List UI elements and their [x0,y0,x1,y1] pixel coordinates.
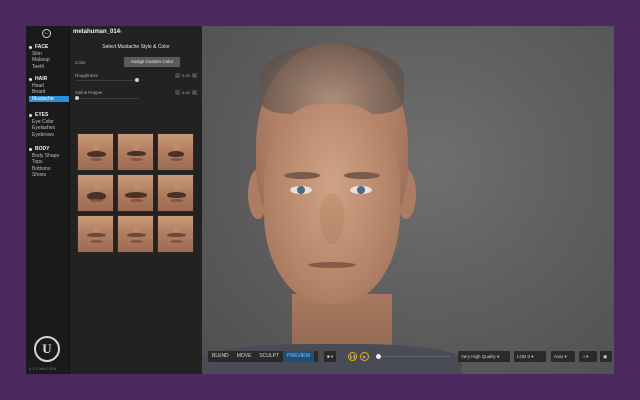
camera-layout-icon[interactable]: ■ ▾ [324,351,337,362]
mustache-thumbnail[interactable] [117,215,154,253]
pause-icon[interactable]: ❚❚ [348,352,357,361]
salt-pepper-knob[interactable] [75,96,79,100]
mustache-thumbnail[interactable] [77,215,114,253]
mode-blend-button[interactable]: BLEND [208,351,233,362]
lighting-icon[interactable]: ☼▾ [579,351,597,362]
nav-head-label: HAIR [35,76,48,82]
nav-head-label: FACE [35,44,49,50]
nav-section-eyes: EYES Eye Color Eyelashes Eyebrows [29,112,69,138]
quality-value: Very High Quality [461,354,496,359]
salt-pepper-increment-icon[interactable]: + [192,90,197,95]
salt-pepper-track[interactable] [75,98,139,99]
mustache-thumbnail[interactable] [157,174,194,212]
nav-item-teeth[interactable]: Teeth [29,64,69,70]
assign-custom-color-button[interactable]: Assign Custom Color [124,57,180,67]
left-nav: ← FACE Skin Makeup Teeth HAIR Head Beard… [26,26,70,374]
unreal-logo-icon: U [34,336,60,362]
left-eyebrow [284,172,320,179]
roughness-track[interactable] [75,80,139,81]
panel-title: Select Mustache Style & Color [102,44,170,50]
animation-timeline[interactable] [376,354,450,359]
bullet-icon [29,46,32,49]
mode-sculpt-button[interactable]: SCULPT [255,351,283,362]
color-label: Color [75,60,86,65]
edit-name-icon[interactable]: ✎ [118,29,122,35]
character-head-render [242,44,422,364]
version-label: 0.1.0 MHC.508 [29,366,56,371]
right-eye [350,186,372,194]
mustache-thumbnail[interactable] [157,133,194,171]
mode-preview-button[interactable]: PREVIEW [283,351,315,362]
left-eye [290,186,312,194]
roughness-knob[interactable] [135,78,139,82]
nav-head-hair[interactable]: HAIR [29,76,69,83]
play-icon[interactable]: ▶ [360,352,369,361]
roughness-decrement-icon[interactable]: - [175,73,180,78]
salt-pepper-slider-row: - 0.00 + [75,90,197,100]
nose [320,194,344,244]
nav-head-face[interactable]: FACE [29,44,69,51]
nav-section-hair: HAIR Head Beard Mustache [29,76,69,102]
bullet-icon [29,148,32,151]
mustache-thumbnail[interactable] [77,174,114,212]
metahuman-creator-window: ← FACE Skin Makeup Teeth HAIR Head Beard… [26,26,614,374]
nav-head-body[interactable]: BODY [29,146,69,153]
mode-move-button[interactable]: MOVE [233,351,256,362]
mustache-thumbnail[interactable] [157,215,194,253]
mouth [308,262,356,268]
nav-head-label: BODY [35,146,50,152]
bullet-icon [29,78,32,81]
nav-item-shoes[interactable]: Shoes [29,172,69,178]
lod-value: LOD 0 [517,354,531,359]
right-eyebrow [344,172,380,179]
roughness-increment-icon[interactable]: + [192,73,197,78]
nav-head-eyes[interactable]: EYES [29,112,69,119]
quality-dropdown[interactable]: Very High Quality ▾ [458,351,510,362]
roughness-slider-row: - 0.00 + [75,73,197,82]
nav-item-mustache[interactable]: Mustache [29,95,69,102]
back-arrow-icon[interactable]: ← [42,29,51,38]
nav-section-face: FACE Skin Makeup Teeth [29,44,69,70]
nav-section-body: BODY Body Shape Tops Bottoms Shoes [29,146,69,178]
mustache-thumbnail[interactable] [117,174,154,212]
salt-pepper-decrement-icon[interactable]: - [175,90,180,95]
viewport-toolbar: BLEND MOVE SCULPT PREVIEW ■ ▾ ❚❚ ▶ Very … [208,351,612,364]
roughness-value[interactable]: 0.00 [182,73,190,78]
auto-value: Auto [554,354,564,359]
mode-switcher: BLEND MOVE SCULPT PREVIEW [208,351,318,362]
character-name: metahuman_014 [73,29,121,35]
timeline-scrubber[interactable] [376,354,381,359]
mustache-panel: metahuman_014 ✎ Select Mustache Style & … [70,26,202,374]
nav-head-label: EYES [35,112,49,118]
screenshot-icon[interactable]: ▣ [600,351,612,362]
auto-dropdown[interactable]: Auto ▾ [551,351,575,362]
mustache-thumbnail[interactable] [117,133,154,171]
salt-pepper-value[interactable]: 0.00 [182,90,190,95]
lod-dropdown[interactable]: LOD 0 ▾ [514,351,546,362]
3d-viewport[interactable]: BLEND MOVE SCULPT PREVIEW ■ ▾ ❚❚ ▶ Very … [202,26,614,374]
mustache-thumbnail[interactable] [77,133,114,171]
mustache-style-grid [77,133,195,256]
nav-item-eyebrows[interactable]: Eyebrows [29,132,69,138]
bullet-icon [29,114,32,117]
